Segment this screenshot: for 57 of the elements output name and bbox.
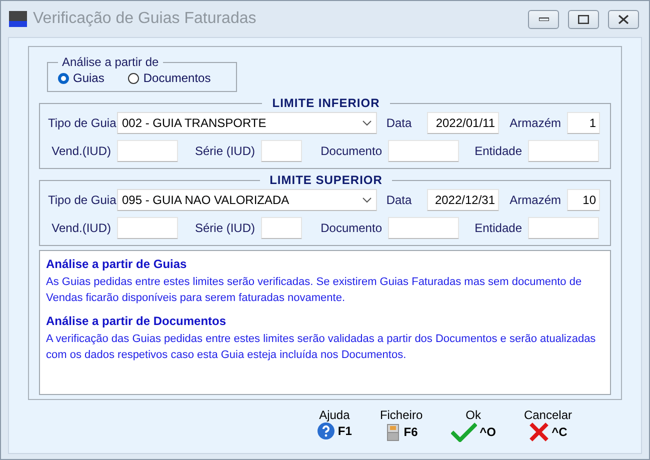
field-label: Documento [320,144,383,158]
info-text: A verificação das Guias pedidas entre estes limites serão validadas a partir dos Documentos e serão atualizadas com os dados respetivos caso esta Guia esteja incluída nos Documentos. [46,332,597,363]
toolbar-button[interactable]: Ajuda F1 [316,408,352,442]
date-field[interactable]: 2022/01/11 [427,112,499,134]
chevron-down-icon [362,197,372,203]
close-icon [618,14,629,24]
section-title: LIMITE INFERIOR [271,96,381,110]
checkmark-icon [450,422,477,442]
radio-button[interactable] [128,72,140,84]
group-label: Análise a partir de [61,55,160,69]
date-field[interactable]: 2022/12/31 [427,189,499,211]
help-icon [316,422,335,440]
input-field[interactable] [528,140,599,162]
window-title: Verificação de Guias Faturadas [33,10,258,28]
radio-button[interactable] [58,72,69,84]
filing-cabinet-icon [384,422,401,442]
field-label: Vend.(IUD) [50,144,112,158]
field-label: Data [385,193,413,207]
chevron-down-icon [362,120,372,126]
toolbar-button[interactable]: Ficheiro F6 [380,408,423,442]
close-icon [528,422,549,442]
info-text: As Guias pedidas entre estes limites serão verificadas. Se existirem Guias Faturadas mas sem documento de Vendas ficarão disponíveis para serem faturadas novamente. [46,275,583,306]
input-field[interactable] [261,217,302,239]
info-heading: Análise a partir de Documentos [46,314,226,328]
field-label: Tipo de Guia [48,193,117,207]
field-label: Data [385,116,413,130]
input-field[interactable] [261,140,302,162]
radio-option[interactable]: Documentos [128,71,211,85]
radio-option[interactable]: Guias [58,71,104,85]
toolbar-button[interactable]: Ok ^O [450,408,496,442]
input-field[interactable] [528,217,599,239]
field-label: Tipo de Guia [48,116,117,130]
minimize-icon [538,17,548,21]
close-button[interactable] [608,10,639,28]
guide-type-dropdown[interactable]: 002 - GUIA TRANSPORTE [117,112,377,134]
field-label: Série (IUD) [194,144,256,158]
field-label: Entidade [474,221,523,235]
section-title: LIMITE SUPERIOR [268,173,384,187]
field-label: Série (IUD) [194,221,256,235]
app-icon [9,11,27,27]
minimize-button[interactable] [528,10,559,28]
field-label: Armazém [508,116,562,130]
warehouse-field[interactable]: 1 [567,112,600,134]
toolbar-button[interactable]: Cancelar ^C [524,408,572,442]
warehouse-field[interactable]: 10 [567,189,600,211]
guide-type-dropdown[interactable]: 095 - GUIA NAO VALORIZADA [117,189,377,211]
info-heading: Análise a partir de Guias [46,257,187,271]
input-field[interactable] [117,140,178,162]
maximize-icon [578,14,589,24]
input-field[interactable] [117,217,178,239]
maximize-button[interactable] [568,10,599,28]
field-label: Documento [320,221,383,235]
input-field[interactable] [388,140,459,162]
input-field[interactable] [388,217,459,239]
field-label: Vend.(IUD) [50,221,112,235]
field-label: Entidade [474,144,523,158]
field-label: Armazém [508,193,562,207]
